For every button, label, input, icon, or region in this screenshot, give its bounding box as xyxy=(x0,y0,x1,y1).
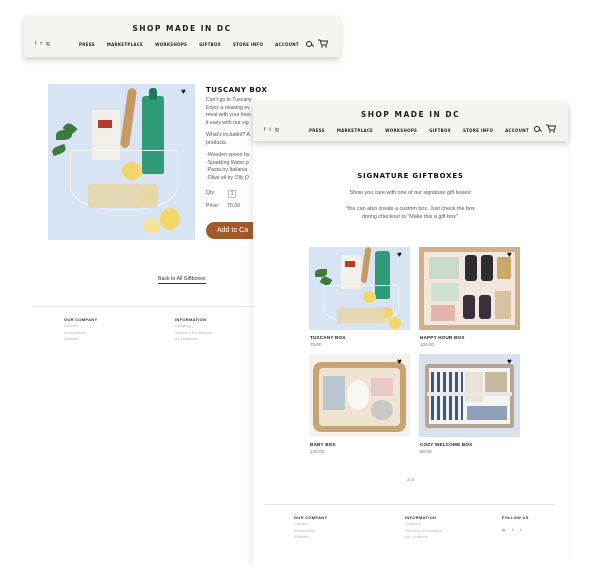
happy-hour-box-photo[interactable] xyxy=(419,247,520,330)
custom-box-text-line2: during checkout to "Make this a gift box… xyxy=(361,214,460,220)
footer-divider xyxy=(34,306,253,307)
favorite-heart-icon[interactable]: ♥ xyxy=(397,358,402,366)
facebook-icon[interactable]: f xyxy=(35,41,36,47)
twitter-icon[interactable]: t xyxy=(40,41,41,47)
product-name[interactable]: COZY WELCOME BOX xyxy=(420,442,472,447)
nav-giftbox[interactable]: GIFTBOX xyxy=(199,42,221,47)
qty-label: Qty: xyxy=(206,190,216,196)
facebook-icon[interactable]: f xyxy=(512,527,513,533)
brand-logo[interactable]: SHOP MADE IN DC xyxy=(253,110,568,119)
product-card[interactable]: ♥ BABY BOX 130.00 xyxy=(309,354,410,454)
site-header: SHOP MADE IN DC f t ig PRESS MARKETPLACE… xyxy=(253,102,568,141)
nav-giftbox[interactable]: GIFTBOX xyxy=(429,128,451,133)
cozy-welcome-box-photo[interactable] xyxy=(419,354,520,437)
footer-link[interactable]: All Locations xyxy=(405,534,442,540)
footer-follow: FOLLOW US ig f t xyxy=(502,515,529,533)
giftbox-listing-screenshot: SHOP MADE IN DC f t ig PRESS MARKETPLACE… xyxy=(253,102,568,566)
product-name[interactable]: HAPPY HOUR BOX xyxy=(420,335,465,340)
add-to-cart-button[interactable]: Add to Ca xyxy=(206,222,253,239)
nav-workshops[interactable]: WORKSHOPS xyxy=(385,128,417,133)
footer-link[interactable]: Affiliates xyxy=(64,336,97,342)
product-card[interactable]: ♥ HAPPY HOUR BOX 100.00 xyxy=(419,247,520,347)
tuscany-box-photo[interactable] xyxy=(309,247,410,330)
footer-information: INFORMATION Shipping Return & Exchanges … xyxy=(405,515,442,540)
footer-link[interactable]: All Locations xyxy=(175,336,212,342)
qty-input[interactable]: 1 xyxy=(228,190,236,198)
custom-box-text-line1: You can also create a custom box. Just c… xyxy=(346,206,475,212)
product-card[interactable]: ♥ COZY WELCOME BOX 80.00 xyxy=(419,354,520,454)
nav-workshops[interactable]: WORKSHOPS xyxy=(155,42,187,47)
nav-store-info[interactable]: STORE INFO xyxy=(233,42,263,47)
nav-marketplace[interactable]: MARKETPLACE xyxy=(337,128,373,133)
product-price: 100.00 xyxy=(420,342,435,347)
intro-text: Show you care with one of our signature … xyxy=(349,190,472,196)
search-icon[interactable] xyxy=(534,125,540,132)
tuscany-box-photo[interactable]: ♥ xyxy=(48,84,195,240)
footer-information: INFORMATION Shipping Return & Exchanges … xyxy=(175,317,212,342)
twitter-icon[interactable]: t xyxy=(520,527,521,533)
product-price: 80.00 xyxy=(420,449,432,454)
product-name[interactable]: BABY BOX xyxy=(310,442,336,447)
footer-divider xyxy=(265,504,555,505)
product-name[interactable]: TUSCANY BOX xyxy=(310,335,346,340)
instagram-icon[interactable]: ig xyxy=(275,127,279,133)
instagram-icon[interactable]: ig xyxy=(502,527,505,533)
nav-store-info[interactable]: STORE INFO xyxy=(463,128,493,133)
twitter-icon[interactable]: t xyxy=(269,127,270,133)
nav-account[interactable]: ACCOUNT xyxy=(505,128,529,133)
site-header: SHOP MADE IN DC f t ig PRESS MARKETPLACE… xyxy=(24,16,340,57)
nav-press[interactable]: PRESS xyxy=(79,42,95,47)
nav-account[interactable]: ACCOUNT xyxy=(275,42,299,47)
footer-link[interactable]: Affiliates xyxy=(294,534,327,540)
footer-company: OUR COMPANY Careers Accessibility Affili… xyxy=(294,515,328,540)
facebook-icon[interactable]: f xyxy=(264,127,265,133)
product-description: Can't go to Tuscany? We bring it to you.… xyxy=(206,97,252,181)
brand-logo[interactable]: SHOP MADE IN DC xyxy=(24,24,340,33)
cart-icon[interactable] xyxy=(546,124,556,133)
price-label: Price: xyxy=(206,203,220,209)
product-price: 130.00 xyxy=(310,449,325,454)
page-title: SIGNATURE GIFTBOXES xyxy=(357,172,464,180)
favorite-heart-icon[interactable]: ♥ xyxy=(507,251,512,259)
social-icons: f t ig xyxy=(264,127,279,133)
cart-icon[interactable] xyxy=(318,39,328,48)
main-nav: PRESS MARKETPLACE WORKSHOPS GIFTBOX STOR… xyxy=(309,128,529,133)
favorite-heart-icon[interactable]: ♥ xyxy=(181,88,186,96)
price-value: 70.00 xyxy=(227,203,240,209)
header-icons xyxy=(534,124,556,133)
instagram-icon[interactable]: ig xyxy=(46,41,50,47)
header-icons xyxy=(306,39,328,48)
baby-box-photo[interactable] xyxy=(309,354,410,437)
pagination[interactable]: 2 3 xyxy=(253,478,568,483)
favorite-heart-icon[interactable]: ♥ xyxy=(397,251,402,259)
footer-company: OUR COMPANY Careers Accessibility Affili… xyxy=(64,317,98,342)
product-price: 70.00 xyxy=(310,342,322,347)
nav-press[interactable]: PRESS xyxy=(309,128,325,133)
back-to-giftboxes-link[interactable]: Back to All Giftboxes xyxy=(158,276,206,284)
social-icons: f t ig xyxy=(35,41,50,47)
favorite-heart-icon[interactable]: ♥ xyxy=(507,358,512,366)
footer-link[interactable]: Return & Exchanges xyxy=(405,528,442,534)
product-title: TUSCANY BOX xyxy=(206,86,268,94)
product-card[interactable]: ♥ TUSCANY BOX 70.00 xyxy=(309,247,410,347)
nav-marketplace[interactable]: MARKETPLACE xyxy=(107,42,143,47)
main-nav: PRESS MARKETPLACE WORKSHOPS GIFTBOX STOR… xyxy=(79,42,299,47)
search-icon[interactable] xyxy=(306,40,312,47)
footer-link[interactable]: Return & Exchanges xyxy=(175,330,212,336)
